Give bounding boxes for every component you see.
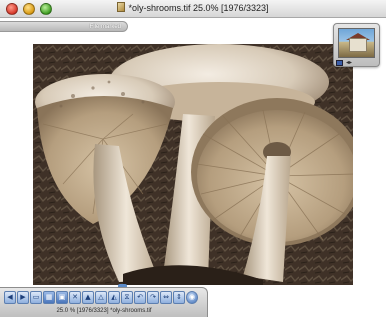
status-text: 25.0 % [1976/3323] *oly-shrooms.tif — [56, 308, 152, 314]
document-icon[interactable] — [117, 2, 126, 12]
delete-icon: ✕ — [72, 293, 78, 301]
image-viewer-window: *oly-shrooms.tif 25.0% [1976/3323] File … — [0, 0, 386, 317]
zoom-in-button[interactable]: ▲ — [82, 291, 94, 304]
flip-vertical-icon: ⇕ — [176, 293, 182, 301]
rotate-left-button[interactable]: ↶ — [134, 291, 146, 304]
title-bar[interactable]: *oly-shrooms.tif 25.0% [1976/3323] — [0, 0, 386, 18]
next-button[interactable]: ▶ — [17, 291, 29, 304]
file-marked-indicator: File marked — [0, 21, 128, 32]
zoom-out-icon: △ — [98, 293, 104, 301]
navigator-color-icon[interactable] — [336, 60, 343, 66]
zoom-in-icon: ▲ — [85, 293, 91, 301]
flip-horizontal-button[interactable]: ⇔ — [160, 291, 172, 304]
mushroom-photo — [33, 44, 353, 285]
actual-size-button[interactable]: ◭ — [108, 291, 120, 304]
fit-to-screen-button[interactable]: ⧖ — [121, 291, 133, 304]
previous-button[interactable]: ◀ — [4, 291, 16, 304]
actual-size-icon: ◭ — [111, 293, 117, 301]
thumbnails-button[interactable]: ▦ — [43, 291, 55, 304]
fit-window-button[interactable]: ▭ — [30, 291, 42, 304]
fullscreen-button[interactable]: ◉ — [186, 291, 198, 304]
mark-file-button[interactable]: ▣ — [56, 291, 68, 304]
navigator-zoom-icon[interactable]: ◂▸ — [346, 60, 352, 66]
next-icon: ▶ — [20, 293, 26, 301]
thumbnails-icon: ▦ — [45, 293, 53, 301]
window-title-wrap: *oly-shrooms.tif 25.0% [1976/3323] — [0, 2, 386, 13]
navigator-thumbnail[interactable] — [338, 28, 375, 58]
flip-vertical-button[interactable]: ⇕ — [173, 291, 185, 304]
fit-window-icon: ▭ — [32, 293, 40, 301]
fullscreen-icon: ◉ — [188, 293, 196, 301]
fit-to-screen-icon: ⧖ — [124, 293, 130, 301]
previous-icon: ◀ — [7, 293, 13, 301]
flip-horizontal-icon: ⇔ — [163, 293, 169, 301]
bottom-toolbar: ◀ ▶ ▭ ▦ ▣ ✕ ▲ △ ◭ ⧖ ↶ ↷ ⇔ ⇕ ◉ 25.0 % [1976/3323] *oly-… — [0, 287, 208, 317]
rotate-right-icon: ↷ — [150, 293, 156, 301]
tool-buttons: ◀ ▶ ▭ ▦ ▣ ✕ ▲ △ ◭ ⧖ ↶ ↷ ⇔ ⇕ ◉ — [4, 291, 198, 305]
window-title: *oly-shrooms.tif 25.0% [1976/3323] — [128, 3, 269, 13]
zoom-out-button[interactable]: △ — [95, 291, 107, 304]
image-canvas[interactable] — [33, 44, 353, 285]
mark-file-icon: ▣ — [58, 293, 66, 301]
delete-button[interactable]: ✕ — [69, 291, 81, 304]
rotate-left-icon: ↶ — [137, 293, 143, 301]
navigator-panel[interactable]: ◂▸ — [333, 23, 380, 67]
rotate-right-button[interactable]: ↷ — [147, 291, 159, 304]
thumbnail-house — [349, 38, 367, 52]
